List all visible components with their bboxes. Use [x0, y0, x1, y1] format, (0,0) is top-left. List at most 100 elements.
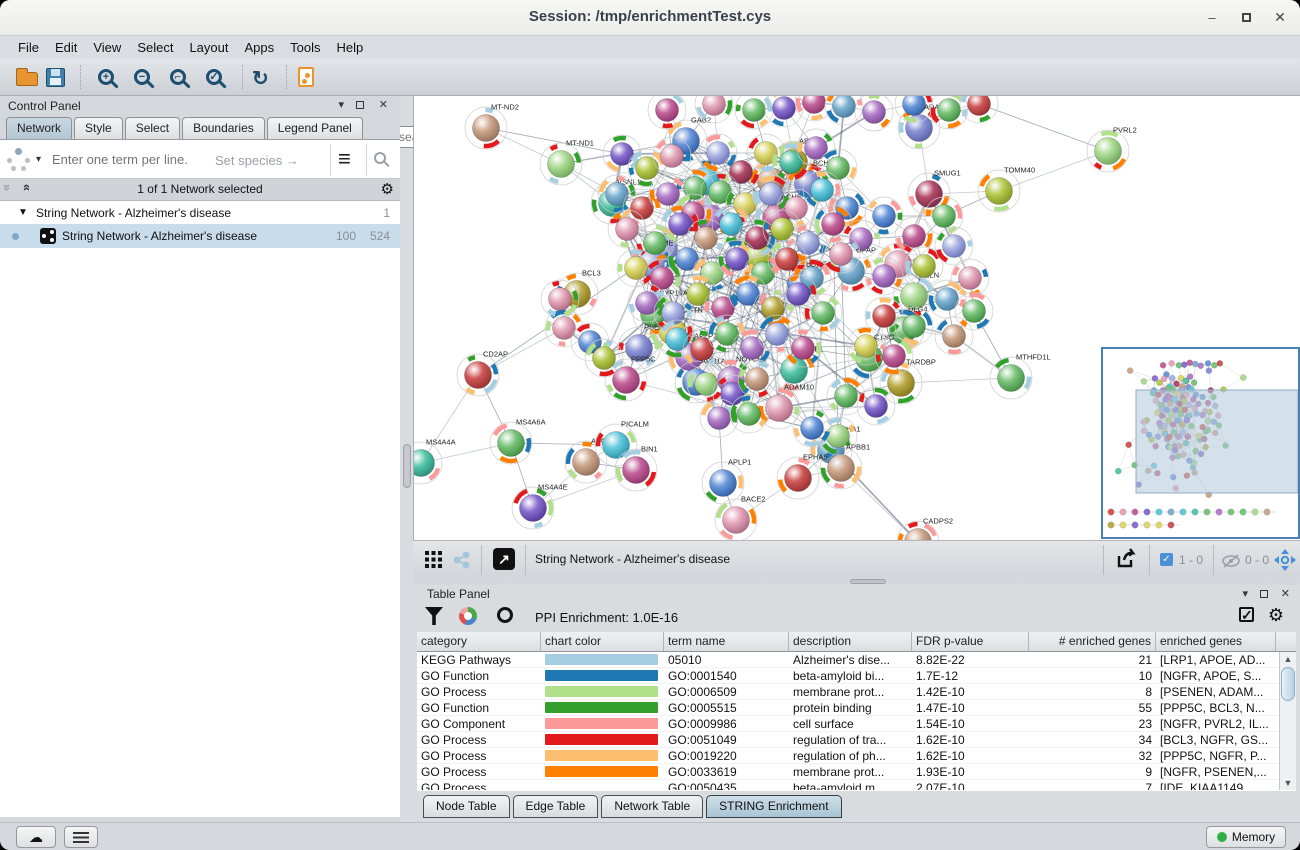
table-panel: Table Panel ▾ ✕ PPI Enrichment: 1.0E-16 …: [413, 585, 1300, 822]
column-header-term-name[interactable]: term name: [664, 632, 789, 651]
menu-item-select[interactable]: Select: [129, 38, 181, 57]
network-node-count: 100: [336, 224, 356, 248]
tab-network[interactable]: Network: [6, 117, 72, 139]
table-scrollbar[interactable]: ▲ ▼: [1279, 652, 1296, 790]
panel-splitter-handle[interactable]: [403, 444, 411, 488]
network-canvas[interactable]: MT-ND2MT-ND1VSNL1GAB2IRS1CHATABCA1BCHEIL…: [413, 96, 1300, 540]
svg-text:MT-ND2: MT-ND2: [491, 103, 519, 112]
table-row[interactable]: GO ProcessGO:0006509membrane prot...1.42…: [417, 684, 1296, 700]
maximize-button[interactable]: [1238, 10, 1254, 26]
cell: 32: [1029, 748, 1156, 763]
tab-node-table[interactable]: Node Table: [423, 795, 510, 818]
column-header-chart-color[interactable]: chart color: [541, 632, 664, 651]
tab-network-table[interactable]: Network Table: [601, 795, 703, 818]
table-row[interactable]: KEGG Pathways05010Alzheimer's dise...8.8…: [417, 652, 1296, 668]
refresh-icon[interactable]: ↻: [252, 66, 269, 91]
cell: cell surface: [789, 716, 912, 731]
save-session-icon[interactable]: [46, 68, 65, 87]
table-row[interactable]: GO FunctionGO:0001540beta-amyloid bi...1…: [417, 668, 1296, 684]
tab-legend-panel[interactable]: Legend Panel: [267, 117, 363, 139]
column-header-fdr-p-value[interactable]: FDR p-value: [912, 632, 1029, 651]
table-row[interactable]: GO ComponentGO:0009986cell surface1.54E-…: [417, 716, 1296, 732]
cell: regulation of ph...: [789, 748, 912, 763]
column-header-enriched-genes[interactable]: enriched genes: [1156, 632, 1276, 651]
detach-view-icon[interactable]: ↗: [493, 548, 515, 570]
hidden-count-badge: 0 - 0: [1245, 553, 1269, 567]
cell: 9: [1029, 764, 1156, 779]
color-swatch: [545, 718, 658, 729]
cell: KEGG Pathways: [417, 652, 541, 667]
table-row[interactable]: GO ProcessGO:0051049regulation of tra...…: [417, 732, 1296, 748]
svg-text:DLG4: DLG4: [908, 305, 928, 314]
open-session-icon[interactable]: [16, 72, 38, 86]
string-logo-icon[interactable]: [6, 148, 32, 172]
panel-menu-icon[interactable]: ▾: [338, 98, 344, 111]
table-panel-float-icon[interactable]: [1260, 590, 1268, 598]
chart-color-cell: [541, 716, 664, 731]
network-from-file-icon[interactable]: [298, 67, 314, 87]
menu-item-edit[interactable]: Edit: [47, 38, 85, 57]
tab-edge-table[interactable]: Edge Table: [513, 795, 599, 818]
zoom-fit-icon[interactable]: ⌐: [170, 69, 186, 85]
chart-color-icon[interactable]: [459, 607, 477, 625]
zoom-in-icon[interactable]: +: [98, 69, 114, 85]
network-row-selected[interactable]: String Network - Alzheimer's disease 100…: [0, 224, 400, 248]
task-history-button[interactable]: [64, 826, 98, 848]
menu-bar: FileEditViewSelectLayoutAppsToolsHelp: [0, 36, 1300, 59]
zoom-selected-icon[interactable]: ✓: [206, 69, 222, 85]
menu-item-layout[interactable]: Layout: [181, 38, 236, 57]
select-terms-icon[interactable]: ✓: [1239, 607, 1254, 622]
ring-chart-icon[interactable]: [497, 607, 513, 623]
scroll-up-icon[interactable]: ▲: [1280, 654, 1296, 664]
menu-item-tools[interactable]: Tools: [282, 38, 328, 57]
cell: GO:0005515: [664, 700, 789, 715]
tab-style[interactable]: Style: [74, 117, 123, 139]
share-view-icon[interactable]: [453, 551, 471, 569]
string-dropdown-icon[interactable]: ▾: [36, 154, 41, 165]
birds-eye-view[interactable]: [1101, 347, 1300, 539]
zoom-out-icon[interactable]: −: [134, 69, 150, 85]
table-row[interactable]: GO ProcessGO:0019220regulation of ph...1…: [417, 748, 1296, 764]
close-button[interactable]: ✕: [1272, 10, 1288, 26]
memory-button[interactable]: Memory: [1206, 826, 1286, 848]
table-panel-close-icon[interactable]: ✕: [1281, 587, 1290, 600]
species-hint[interactable]: Set species →: [215, 153, 299, 168]
network-options-gear-icon[interactable]: ⚙: [381, 180, 394, 198]
string-options-icon[interactable]: ≡: [338, 146, 351, 172]
cell: beta-amyloid bi...: [789, 668, 912, 683]
filter-icon[interactable]: [425, 607, 443, 625]
menu-item-view[interactable]: View: [85, 38, 129, 57]
close-panel-icon[interactable]: ✕: [379, 98, 388, 111]
cell: [IDE, KIAA1149...: [1156, 780, 1276, 790]
scrollbar-thumb[interactable]: [1281, 667, 1295, 701]
menu-item-help[interactable]: Help: [329, 38, 372, 57]
collection-expand-icon[interactable]: ▼: [18, 202, 28, 224]
tab-string-enrichment[interactable]: STRING Enrichment: [706, 795, 841, 818]
column-header-description[interactable]: description: [789, 632, 912, 651]
horizontal-splitter[interactable]: [413, 578, 1300, 585]
export-image-icon[interactable]: [1115, 548, 1141, 572]
grid-view-icon[interactable]: [425, 551, 442, 568]
tab-boundaries[interactable]: Boundaries: [182, 117, 265, 139]
column-header--enriched-genes[interactable]: # enriched genes: [1029, 632, 1156, 651]
navigate-compass-icon[interactable]: [1273, 548, 1297, 572]
svg-text:MT-ND1: MT-ND1: [566, 139, 594, 148]
menu-item-apps[interactable]: Apps: [237, 38, 283, 57]
enrichment-settings-icon[interactable]: ⚙: [1268, 605, 1284, 626]
minimize-button[interactable]: –: [1204, 10, 1220, 26]
network-tree: ▼ String Network - Alzheimer's disease 1…: [0, 201, 400, 817]
color-swatch: [545, 686, 658, 697]
network-collection-row[interactable]: ▼ String Network - Alzheimer's disease 1: [0, 202, 400, 224]
chart-color-cell: [541, 700, 664, 715]
table-row[interactable]: GO FunctionGO:0005515protein binding1.47…: [417, 700, 1296, 716]
table-row[interactable]: GO ProcessGO:0033619membrane prot...1.93…: [417, 764, 1296, 780]
string-search-icon[interactable]: [374, 152, 386, 164]
scroll-down-icon[interactable]: ▼: [1280, 778, 1296, 788]
menu-item-file[interactable]: File: [10, 38, 47, 57]
float-panel-icon[interactable]: [356, 101, 364, 109]
table-panel-menu-icon[interactable]: ▾: [1242, 587, 1248, 600]
table-row[interactable]: GO ProcessGO:0050435beta-amyloid m...2.0…: [417, 780, 1296, 790]
cloud-button[interactable]: ☁: [16, 826, 56, 848]
tab-select[interactable]: Select: [125, 117, 180, 139]
column-header-category[interactable]: category: [417, 632, 541, 651]
